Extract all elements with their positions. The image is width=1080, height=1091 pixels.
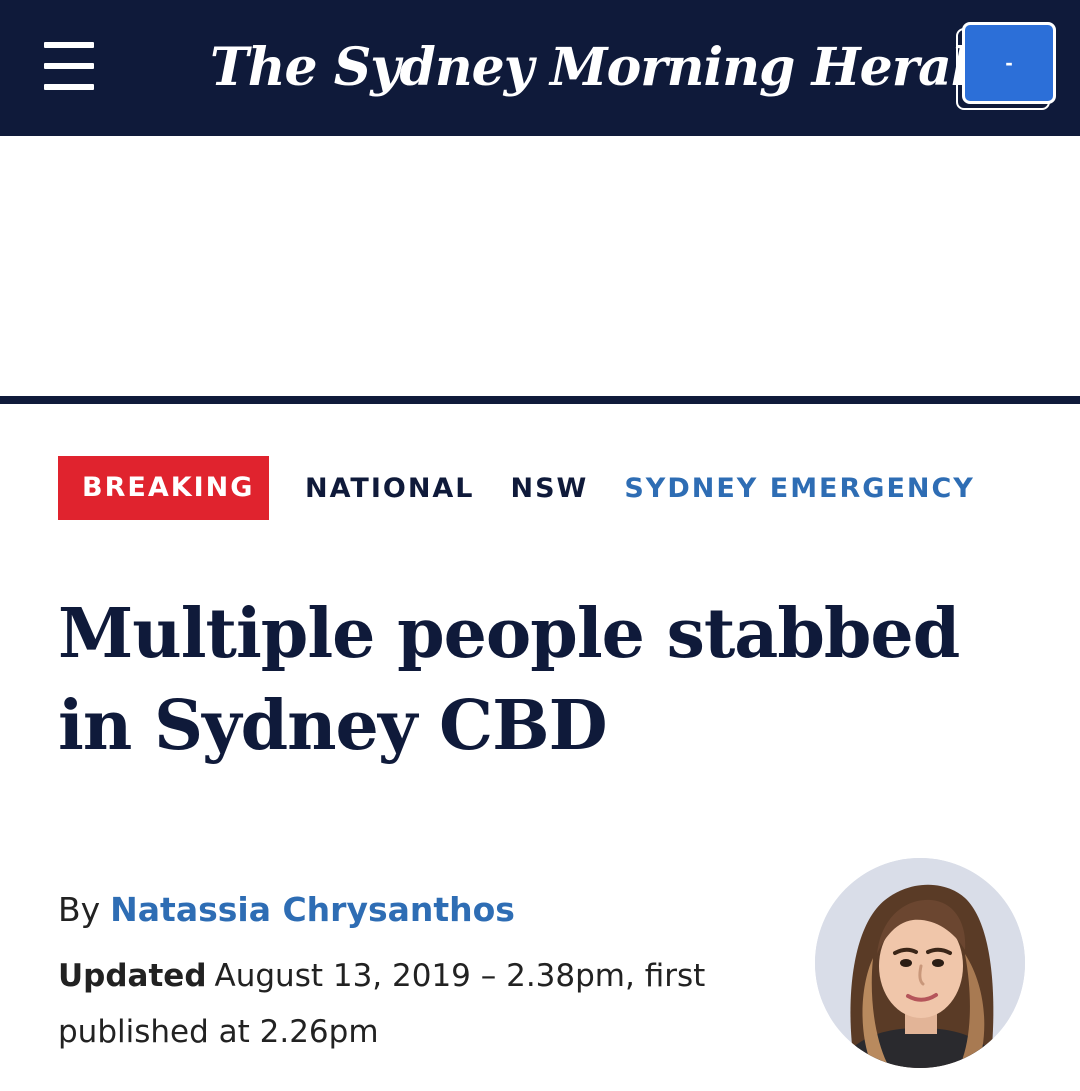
menu-line bbox=[44, 84, 94, 90]
header-divider bbox=[0, 396, 1080, 404]
tag-national[interactable]: NATIONAL bbox=[305, 473, 475, 504]
site-header: The Sydney Morning Herald - bbox=[0, 0, 1080, 136]
author-avatar[interactable] bbox=[815, 858, 1025, 1068]
account-button-label: - bbox=[962, 22, 1056, 104]
updated-label: Updated bbox=[58, 958, 207, 994]
hamburger-menu-icon[interactable] bbox=[44, 40, 94, 92]
breaking-badge: BREAKING bbox=[58, 456, 269, 520]
byline: By Natassia Chrysanthos bbox=[58, 890, 515, 929]
dateline: Updated August 13, 2019 – 2.38pm, first p… bbox=[58, 948, 758, 1060]
byline-prefix: By bbox=[58, 890, 101, 929]
author-link[interactable]: Natassia Chrysanthos bbox=[110, 890, 515, 929]
tag-nsw[interactable]: NSW bbox=[511, 473, 589, 504]
menu-line bbox=[44, 42, 94, 48]
article-headline: Multiple people stabbed in Sydney CBD bbox=[58, 594, 960, 766]
author-portrait-image bbox=[815, 858, 1025, 1068]
masthead-logo[interactable]: The Sydney Morning Herald bbox=[210, 30, 1006, 106]
account-button[interactable]: - bbox=[956, 22, 1056, 110]
article-tags: BREAKING NATIONAL NSW SYDNEY EMERGENCY bbox=[58, 456, 975, 520]
tag-sydney-emergency[interactable]: SYDNEY EMERGENCY bbox=[624, 473, 975, 504]
ad-slot bbox=[0, 136, 1080, 396]
menu-line bbox=[44, 63, 94, 69]
